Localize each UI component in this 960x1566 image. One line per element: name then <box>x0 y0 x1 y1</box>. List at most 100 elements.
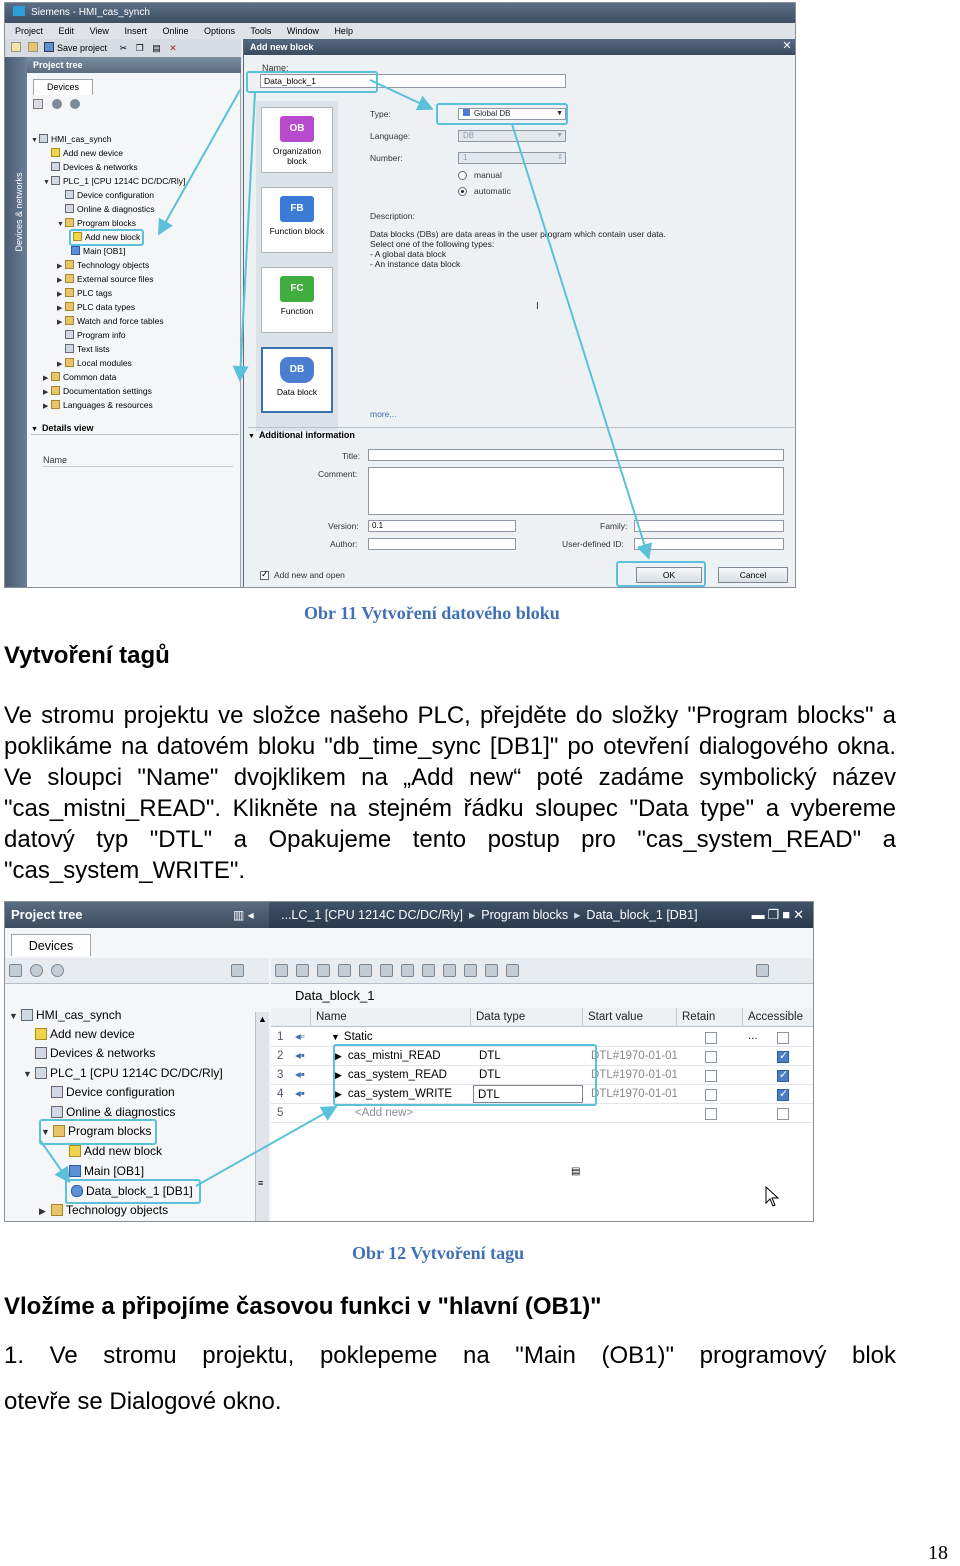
tree-item-plc-data-types[interactable]: ▶ PLC data types <box>57 301 135 315</box>
tree-item-devices-networks[interactable]: Devices & networks <box>43 161 138 174</box>
tree-item-doc-settings[interactable]: ▶ Documentation settings <box>43 385 152 399</box>
delete-icon[interactable]: ✕ <box>169 43 177 53</box>
back-icon[interactable] <box>51 99 62 109</box>
collapsed-arrow-icon[interactable]: ▶ <box>39 1202 51 1221</box>
accessible-checkbox[interactable] <box>777 1108 789 1120</box>
tree-item-add-new-device[interactable]: Add new device <box>43 147 123 160</box>
user-id-input[interactable] <box>634 538 784 550</box>
collapsed-arrow-icon[interactable]: ▶ <box>57 288 65 301</box>
tree-item-online-diag[interactable]: Online & diagnostics <box>57 203 155 216</box>
maximize-icon[interactable]: ■ <box>782 907 793 922</box>
title-input[interactable] <box>368 449 784 461</box>
tree-item-watch-force[interactable]: ▶ Watch and force tables <box>57 315 164 329</box>
save-project-button[interactable]: Save project <box>57 43 107 53</box>
monitor-icon[interactable] <box>359 964 372 977</box>
collapsed-arrow-icon[interactable]: ▶ <box>43 386 51 399</box>
insert-row-icon[interactable] <box>275 964 288 977</box>
expanded-arrow-icon[interactable]: ▼ <box>9 1007 21 1026</box>
menu-edit[interactable]: Edit <box>59 26 75 36</box>
comment-input[interactable] <box>368 467 784 515</box>
devices-tab[interactable]: Devices <box>33 79 93 95</box>
accessible-checkbox[interactable] <box>777 1068 789 1082</box>
author-input[interactable] <box>368 538 516 550</box>
menu-project[interactable]: Project <box>15 26 43 36</box>
collapsed-arrow-icon[interactable]: ▶ <box>43 372 51 385</box>
block-db-button[interactable]: DB Data block <box>261 347 333 413</box>
copy-icon[interactable]: ❐ <box>136 43 144 53</box>
family-input[interactable] <box>634 520 784 532</box>
cancel-button[interactable]: Cancel <box>718 567 788 583</box>
tree-item-plc[interactable]: ▼ PLC_1 [CPU 1214C DC/DC/Rly] <box>23 1064 223 1084</box>
type-picker-icon[interactable]: ▤ <box>571 1166 580 1177</box>
collapsed-arrow-icon[interactable]: ▶ <box>57 302 65 315</box>
add-new-row[interactable]: <Add new> <box>351 1104 471 1123</box>
tree-item-main-ob1[interactable]: Main [OB1] <box>71 245 126 258</box>
expanded-arrow-icon[interactable]: ▼ <box>331 1032 340 1042</box>
collapse-all-icon[interactable] <box>401 964 414 977</box>
version-input[interactable]: 0.1 <box>368 520 516 532</box>
accessible-checkbox[interactable] <box>777 1087 789 1101</box>
reset-start-values-icon[interactable] <box>422 964 435 977</box>
tree-item-plc[interactable]: ▼ PLC_1 [CPU 1214C DC/DC/Rly] <box>43 175 185 189</box>
panel-pin-icon[interactable]: ▥ ◂ <box>233 908 254 922</box>
tree-item-external-source[interactable]: ▶ External source files <box>57 273 154 287</box>
tree-item-device-config[interactable]: Device configuration <box>39 1083 175 1102</box>
close-icon[interactable]: ✕ <box>781 40 793 52</box>
properties-icon[interactable] <box>33 99 43 109</box>
collapsed-arrow-icon[interactable]: ▶ <box>57 260 65 273</box>
vertical-tab-devices-networks[interactable]: Devices & networks <box>14 132 24 292</box>
row-start-value[interactable]: DTL#1970-01-01-0 <box>587 1047 677 1066</box>
tree-item-common-data[interactable]: ▶ Common data <box>43 371 116 385</box>
new-project-icon[interactable] <box>11 42 21 52</box>
load-start-values-icon[interactable] <box>443 964 456 977</box>
retain-checkbox[interactable] <box>705 1070 717 1082</box>
tree-scrollbar[interactable]: ▲ ≡ <box>255 1012 269 1221</box>
snapshot-icon[interactable] <box>317 964 330 977</box>
retain-checkbox[interactable] <box>705 1032 717 1044</box>
menu-help[interactable]: Help <box>334 26 353 36</box>
tree-item-technology-objects[interactable]: ▶ Technology objects <box>57 259 149 273</box>
collapsed-arrow-icon[interactable]: ▶ <box>57 358 65 371</box>
back-icon[interactable] <box>30 964 43 977</box>
tree-item-add-new-block[interactable]: Add new block <box>69 1142 162 1161</box>
add-new-open-checkbox[interactable]: ✓ <box>260 569 269 580</box>
scroll-up-icon[interactable]: ▲ <box>258 1014 267 1024</box>
menu-options[interactable]: Options <box>204 26 235 36</box>
expanded-arrow-icon[interactable]: ▼ <box>23 1065 35 1084</box>
close-icon[interactable]: ✕ <box>793 907 807 922</box>
minimize-icon[interactable]: ▬ <box>752 907 768 922</box>
collapsed-arrow-icon[interactable]: ▶ <box>43 400 51 413</box>
tree-item-program-info[interactable]: Program info <box>57 329 126 342</box>
add-row-icon[interactable] <box>296 964 309 977</box>
retain-checkbox[interactable] <box>705 1089 717 1101</box>
manual-radio[interactable] <box>458 171 467 180</box>
tree-item-languages[interactable]: ▶ Languages & resources <box>43 399 153 413</box>
more-link[interactable]: more... <box>370 409 396 419</box>
tree-item-add-new-device[interactable]: Add new device <box>23 1025 135 1044</box>
menu-window[interactable]: Window <box>287 26 319 36</box>
row-start-value[interactable]: DTL#1970-01-01-0 <box>587 1085 677 1104</box>
collapsed-arrow-icon[interactable]: ▶ <box>57 274 65 287</box>
menu-tools[interactable]: Tools <box>250 26 271 36</box>
detach-icon[interactable] <box>756 964 770 977</box>
collapsed-arrow-icon[interactable]: ▶ <box>57 316 65 329</box>
copy-snapshot-icon[interactable] <box>338 964 351 977</box>
details-view-header[interactable]: ▼ Details view <box>31 421 239 435</box>
devices-tab[interactable]: Devices <box>11 934 91 956</box>
column-header-retain[interactable]: Retain <box>677 1008 743 1027</box>
tree-item-add-new-block[interactable]: Add new block <box>69 229 145 246</box>
automatic-radio[interactable] <box>458 187 467 196</box>
column-header-accessible[interactable]: Accessible ... <box>743 1008 813 1042</box>
breadcrumb-program-blocks[interactable]: Program blocks <box>481 908 568 922</box>
expanded-arrow-icon[interactable]: ▼ <box>31 134 39 147</box>
accessible-checkbox[interactable] <box>777 1049 789 1063</box>
menu-online[interactable]: Online <box>162 26 188 36</box>
forward-icon[interactable] <box>51 964 64 977</box>
menu-insert[interactable]: Insert <box>124 26 147 36</box>
block-fb-button[interactable]: FB Function block <box>261 187 333 253</box>
restore-icon[interactable]: ❐ <box>768 907 783 922</box>
overview-icon[interactable] <box>231 964 245 977</box>
expand-all-icon[interactable] <box>380 964 393 977</box>
tree-item-text-lists[interactable]: Text lists <box>57 343 110 356</box>
menu-view[interactable]: View <box>90 26 109 36</box>
